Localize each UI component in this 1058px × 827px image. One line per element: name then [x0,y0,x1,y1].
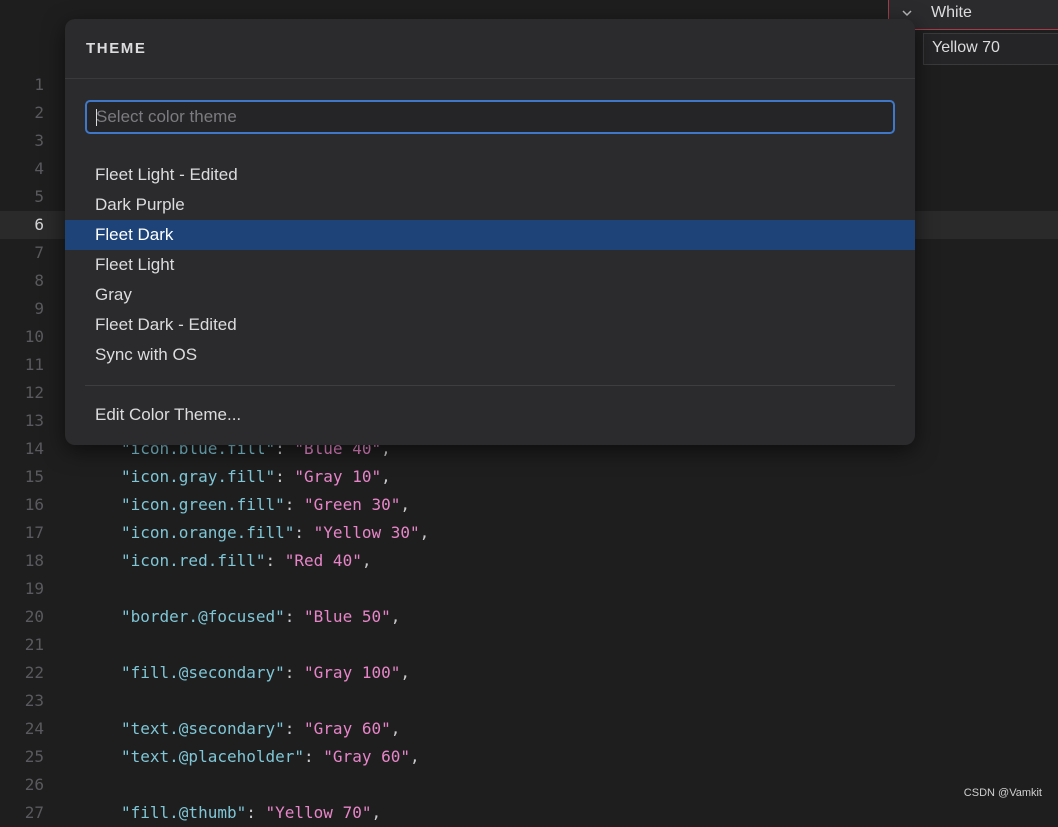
editor-line[interactable]: 19 [0,575,1058,603]
json-string-value: "Gray 60" [323,747,410,766]
json-string-value: "Gray 10" [294,467,382,486]
divider [85,385,895,386]
editor-line[interactable]: 27 "fill.@thumb": "Yellow 70", [0,799,1058,827]
theme-option[interactable]: Gray [65,280,915,310]
json-key: "fill.@thumb" [121,803,247,822]
code-line: "icon.gray.fill": "Gray 10", [121,467,391,486]
theme-option[interactable]: Fleet Dark [65,220,915,250]
line-number: 17 [24,523,44,542]
editor-line[interactable]: 21 [0,631,1058,659]
json-key: "fill.@secondary" [121,663,285,682]
theme-option-label: Fleet Dark [95,225,174,244]
line-number: 6 [34,215,44,234]
divider [65,78,915,79]
editor-line[interactable]: 26 [0,771,1058,799]
line-number: 23 [24,691,44,710]
code-line: "icon.green.fill": "Green 30", [121,495,410,514]
theme-option[interactable]: Fleet Dark - Edited [65,310,915,340]
theme-option[interactable]: Dark Purple [65,190,915,220]
json-string-value: "Gray 100" [304,663,401,682]
theme-option-label: Dark Purple [95,195,185,214]
code-line: "text.@placeholder": "Gray 60", [121,747,420,766]
editor-line[interactable]: 16 "icon.green.fill": "Green 30", [0,491,1058,519]
chevron-down-icon[interactable] [901,7,913,19]
dropdown-option[interactable]: Yellow 70 [923,33,1058,65]
edit-color-theme-label: Edit Color Theme... [95,405,242,424]
editor-line[interactable]: 15 "icon.gray.fill": "Gray 10", [0,463,1058,491]
theme-option[interactable]: Sync with OS [65,340,915,370]
text-caret [96,109,97,126]
json-string-value: "Blue 50" [304,607,391,626]
theme-option[interactable]: Fleet Light [65,250,915,280]
editor-line[interactable]: 23 [0,687,1058,715]
json-key: "icon.red.fill" [121,551,266,570]
line-number: 4 [34,159,44,178]
theme-picker-popup: THEME Fleet Light - Edited Dark Purple Fle… [65,19,915,445]
theme-search-box[interactable] [85,100,895,134]
line-number: 12 [24,383,44,402]
code-line: "icon.orange.fill": "Yellow 30", [121,523,430,542]
line-number: 5 [34,187,44,206]
line-number: 26 [24,775,44,794]
line-number: 1 [34,75,44,94]
theme-option-label: Sync with OS [95,345,198,364]
json-key: "text.@placeholder" [121,747,305,766]
json-string-value: "Yellow 30" [313,523,420,542]
editor-line[interactable]: 22 "fill.@secondary": "Gray 100", [0,659,1058,687]
line-number: 21 [24,635,44,654]
line-number: 2 [34,103,44,122]
line-number: 19 [24,579,44,598]
json-string-value: "Yellow 70" [265,803,372,822]
editor-line[interactable]: 24 "text.@secondary": "Gray 60", [0,715,1058,743]
theme-search-input[interactable] [87,102,893,132]
line-number: 3 [34,131,44,150]
dropdown-selected-value: White [931,4,972,21]
theme-option-label: Fleet Light - Edited [95,165,238,184]
json-string-value: "Green 30" [304,495,401,514]
line-number: 24 [24,719,44,738]
json-key: "icon.green.fill" [121,495,285,514]
line-number: 22 [24,663,44,682]
editor-line[interactable]: 25 "text.@placeholder": "Gray 60", [0,743,1058,771]
edit-color-theme-action[interactable]: Edit Color Theme... [65,400,915,430]
line-number: 27 [24,803,44,822]
line-number: 10 [24,327,44,346]
line-number: 7 [34,243,44,262]
json-string-value: "Gray 60" [304,719,391,738]
json-key: "text.@secondary" [121,719,285,738]
json-key: "icon.orange.fill" [121,523,295,542]
line-number: 9 [34,299,44,318]
editor-line[interactable]: 17 "icon.orange.fill": "Yellow 30", [0,519,1058,547]
theme-option-label: Fleet Light [95,255,175,274]
json-string-value: "Red 40" [284,551,362,570]
line-number: 15 [24,467,44,486]
dropdown-option-label: Yellow 70 [932,39,1000,56]
json-key: "icon.gray.fill" [121,467,276,486]
line-number: 16 [24,495,44,514]
theme-option-label: Gray [95,285,132,304]
line-number: 25 [24,747,44,766]
line-number: 14 [24,439,44,458]
line-number: 20 [24,607,44,626]
json-key: "border.@focused" [121,607,285,626]
watermark: CSDN @Vamkit [963,787,1042,799]
editor-line[interactable]: 18 "icon.red.fill": "Red 40", [0,547,1058,575]
code-line: "fill.@thumb": "Yellow 70", [121,803,382,822]
code-line: "text.@secondary": "Gray 60", [121,719,401,738]
code-line: "fill.@secondary": "Gray 100", [121,663,410,682]
line-number: 11 [24,355,44,374]
line-number: 8 [34,271,44,290]
editor-line[interactable]: 20 "border.@focused": "Blue 50", [0,603,1058,631]
code-line: "border.@focused": "Blue 50", [121,607,401,626]
line-number: 13 [24,411,44,430]
popup-title: THEME [86,40,147,57]
line-number: 18 [24,551,44,570]
theme-option[interactable]: Fleet Light - Edited [65,160,915,190]
code-line: "icon.red.fill": "Red 40", [121,551,372,570]
theme-option-label: Fleet Dark - Edited [95,315,237,334]
